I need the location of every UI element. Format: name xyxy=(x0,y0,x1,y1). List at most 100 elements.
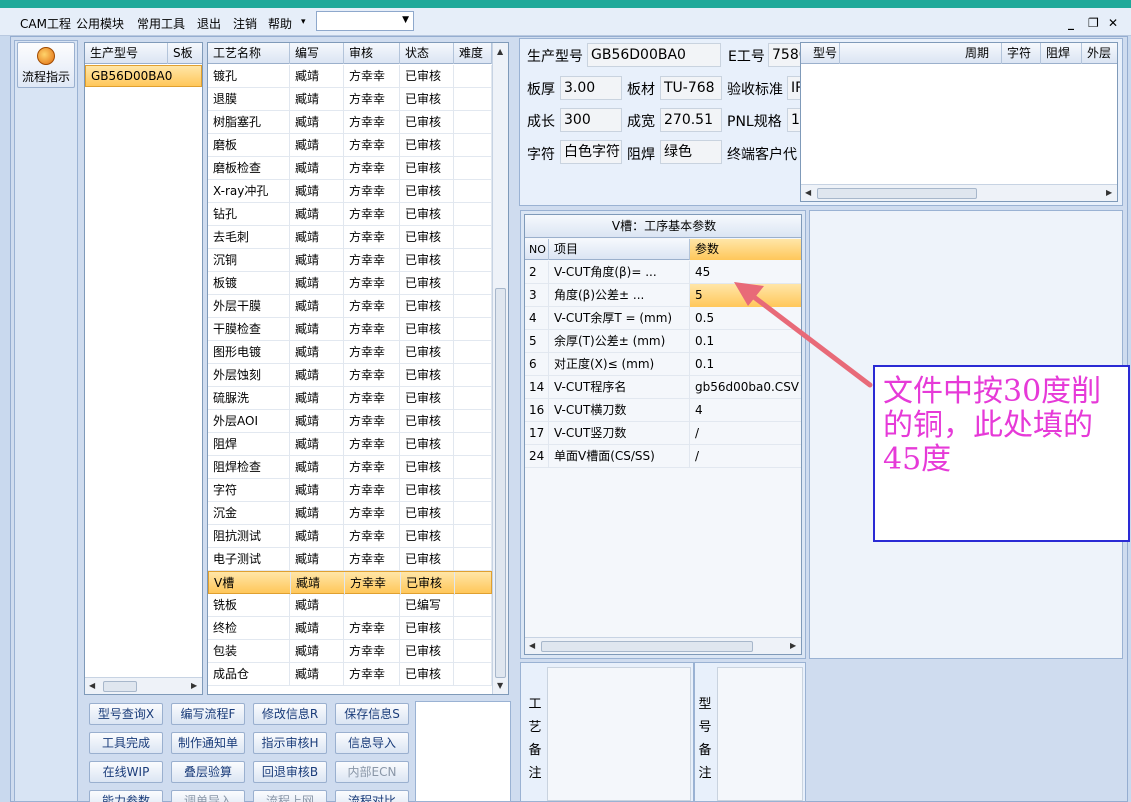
col-header-side-model[interactable]: 型号 xyxy=(801,43,840,64)
width-field[interactable]: 270.51 xyxy=(660,108,722,132)
process-row[interactable]: 干膜检查 臧靖 方幸幸 已审核 xyxy=(208,318,492,341)
action-button[interactable]: 流程对比 xyxy=(335,790,409,802)
action-button[interactable]: 在线WIP xyxy=(89,761,163,783)
scroll-right-icon[interactable]: ▶ xyxy=(191,681,197,690)
process-row[interactable]: 成品仓 臧靖 方幸幸 已审核 xyxy=(208,663,492,686)
vcut-table-hscrollbar[interactable]: ◀ ▶ xyxy=(525,637,801,654)
menu-combo-select[interactable]: ▼ xyxy=(316,11,414,31)
col-header-difficulty[interactable]: 难度 xyxy=(454,43,492,64)
scroll-up-icon[interactable]: ▲ xyxy=(497,47,503,56)
process-row[interactable]: 板镀 臧靖 方幸幸 已审核 xyxy=(208,272,492,295)
scroll-right-icon[interactable]: ▶ xyxy=(790,641,796,650)
col-header-process[interactable]: 工艺名称 xyxy=(208,43,290,64)
standard-field[interactable]: IP xyxy=(787,76,801,100)
scroll-left-icon[interactable]: ◀ xyxy=(89,681,95,690)
process-row[interactable]: 外层蚀刻 臧靖 方幸幸 已审核 xyxy=(208,364,492,387)
vcut-param-cell[interactable]: / xyxy=(690,445,801,468)
process-row[interactable]: 外层AOI 臧靖 方幸幸 已审核 xyxy=(208,410,492,433)
action-button[interactable]: 保存信息S xyxy=(335,703,409,725)
model-field[interactable]: GB56D00BA0 xyxy=(587,43,721,67)
col-header-reviewer[interactable]: 审核 xyxy=(344,43,400,64)
action-button[interactable]: 工具完成 xyxy=(89,732,163,754)
model-remarks-textarea[interactable] xyxy=(717,667,803,801)
col-header-no[interactable]: NO xyxy=(525,239,549,260)
menu-cam[interactable]: CAM工程 xyxy=(20,15,71,32)
process-row[interactable]: 硫脲洗 臧靖 方幸幸 已审核 xyxy=(208,387,492,410)
process-row[interactable]: 磨板 臧靖 方幸幸 已审核 xyxy=(208,134,492,157)
col-header-s-board[interactable]: S板 xyxy=(168,43,202,64)
process-table-vscrollbar[interactable]: ▲ ▼ xyxy=(492,43,508,694)
process-row[interactable]: 电子测试 臧靖 方幸幸 已审核 xyxy=(208,548,492,571)
vcut-param-cell[interactable]: 4 xyxy=(690,399,801,422)
action-button[interactable]: 回退审核B xyxy=(253,761,327,783)
col-header-char[interactable]: 字符 xyxy=(1002,43,1041,64)
col-header-period[interactable]: 周期 xyxy=(960,43,1002,64)
scroll-left-icon[interactable]: ◀ xyxy=(529,641,535,650)
process-row[interactable]: 包装 臧靖 方幸幸 已审核 xyxy=(208,640,492,663)
action-button[interactable]: 指示审核H xyxy=(253,732,327,754)
action-button[interactable]: 叠层验算 xyxy=(171,761,245,783)
vcut-row[interactable]: 17 V-CUT竖刀数 / xyxy=(525,422,801,445)
process-row[interactable]: 磨板检查 臧靖 方幸幸 已审核 xyxy=(208,157,492,180)
action-button[interactable]: 内部ECN xyxy=(335,761,409,783)
col-header-status[interactable]: 状态 xyxy=(400,43,454,64)
process-row[interactable]: 树脂塞孔 臧靖 方幸幸 已审核 xyxy=(208,111,492,134)
mask-field[interactable]: 绿色 xyxy=(660,140,722,164)
minimize-button[interactable]: _ xyxy=(1068,16,1074,30)
process-row[interactable]: 阻抗测试 臧靖 方幸幸 已审核 xyxy=(208,525,492,548)
hscroll-thumb[interactable] xyxy=(103,681,137,692)
action-button[interactable]: 修改信息R xyxy=(253,703,327,725)
process-row[interactable]: 图形电镀 臧靖 方幸幸 已审核 xyxy=(208,341,492,364)
menu-public-module[interactable]: 公用模块 xyxy=(76,15,124,32)
process-row[interactable]: 沉金 臧靖 方幸幸 已审核 xyxy=(208,502,492,525)
process-row[interactable]: 阻焊 臧靖 方幸幸 已审核 xyxy=(208,433,492,456)
action-button[interactable]: 型号查询X xyxy=(89,703,163,725)
action-button[interactable]: 流程上网 xyxy=(253,790,327,802)
process-row[interactable]: X-ray冲孔 臧靖 方幸幸 已审核 xyxy=(208,180,492,203)
process-row[interactable]: 钻孔 臧靖 方幸幸 已审核 xyxy=(208,203,492,226)
action-button[interactable]: 能力参数 xyxy=(89,790,163,802)
col-header-mask[interactable]: 阻焊 xyxy=(1041,43,1082,64)
process-row[interactable]: 镀孔 臧靖 方幸幸 已审核 xyxy=(208,65,492,88)
model-row[interactable]: GB56D00BA0 xyxy=(85,65,202,87)
vscroll-thumb[interactable] xyxy=(495,288,506,678)
menu-help-dropdown-icon[interactable]: ▾ xyxy=(301,17,306,27)
col-header-writer[interactable]: 编写 xyxy=(290,43,344,64)
col-header-outer[interactable]: 外层 xyxy=(1082,43,1117,64)
process-row[interactable]: 沉铜 臧靖 方幸幸 已审核 xyxy=(208,249,492,272)
scroll-left-icon[interactable]: ◀ xyxy=(805,188,811,197)
action-button[interactable]: 制作通知单 xyxy=(171,732,245,754)
menu-logout[interactable]: 注销 xyxy=(233,15,257,32)
hscroll-thumb[interactable] xyxy=(817,188,977,199)
char-field[interactable]: 白色字符 xyxy=(560,140,622,164)
scroll-right-icon[interactable]: ▶ xyxy=(1106,188,1112,197)
action-button[interactable]: 信息导入 xyxy=(335,732,409,754)
action-button[interactable]: 调单导入 xyxy=(171,790,245,802)
vcut-param-cell[interactable]: / xyxy=(690,422,801,445)
process-row[interactable]: V槽 臧靖 方幸幸 已审核 xyxy=(208,571,493,595)
vcut-row[interactable]: 16 V-CUT横刀数 4 xyxy=(525,399,801,422)
col-header-param[interactable]: 参数 xyxy=(690,239,801,260)
vcut-row[interactable]: 24 单面V槽面(CS/SS) / xyxy=(525,445,801,468)
process-row[interactable]: 退膜 臧靖 方幸幸 已审核 xyxy=(208,88,492,111)
material-field[interactable]: TU-768 xyxy=(660,76,722,100)
side-table-hscrollbar[interactable]: ◀ ▶ xyxy=(801,184,1117,201)
col-header-model[interactable]: 生产型号 xyxy=(85,43,168,64)
process-row[interactable]: 阻焊检查 臧靖 方幸幸 已审核 xyxy=(208,456,492,479)
scroll-down-icon[interactable]: ▼ xyxy=(497,681,503,690)
close-button[interactable]: ✕ xyxy=(1108,16,1118,30)
hscroll-thumb[interactable] xyxy=(541,641,753,652)
pnl-field[interactable]: 1 xyxy=(787,108,801,132)
process-row[interactable]: 铣板 臧靖 已编写 xyxy=(208,594,492,617)
restore-button[interactable]: ❐ xyxy=(1088,16,1099,30)
model-list-hscrollbar[interactable]: ◀ ▶ xyxy=(85,677,202,694)
process-row[interactable]: 外层干膜 臧靖 方幸幸 已审核 xyxy=(208,295,492,318)
flow-indicator-button[interactable]: 流程指示 xyxy=(17,42,75,88)
process-row[interactable]: 去毛刺 臧靖 方幸幸 已审核 xyxy=(208,226,492,249)
thickness-field[interactable]: 3.00 xyxy=(560,76,622,100)
length-field[interactable]: 300 xyxy=(560,108,622,132)
menu-help[interactable]: 帮助 xyxy=(268,15,292,32)
col-header-item[interactable]: 项目 xyxy=(549,239,690,260)
menu-exit[interactable]: 退出 xyxy=(197,15,221,32)
process-remarks-textarea[interactable] xyxy=(547,667,691,801)
